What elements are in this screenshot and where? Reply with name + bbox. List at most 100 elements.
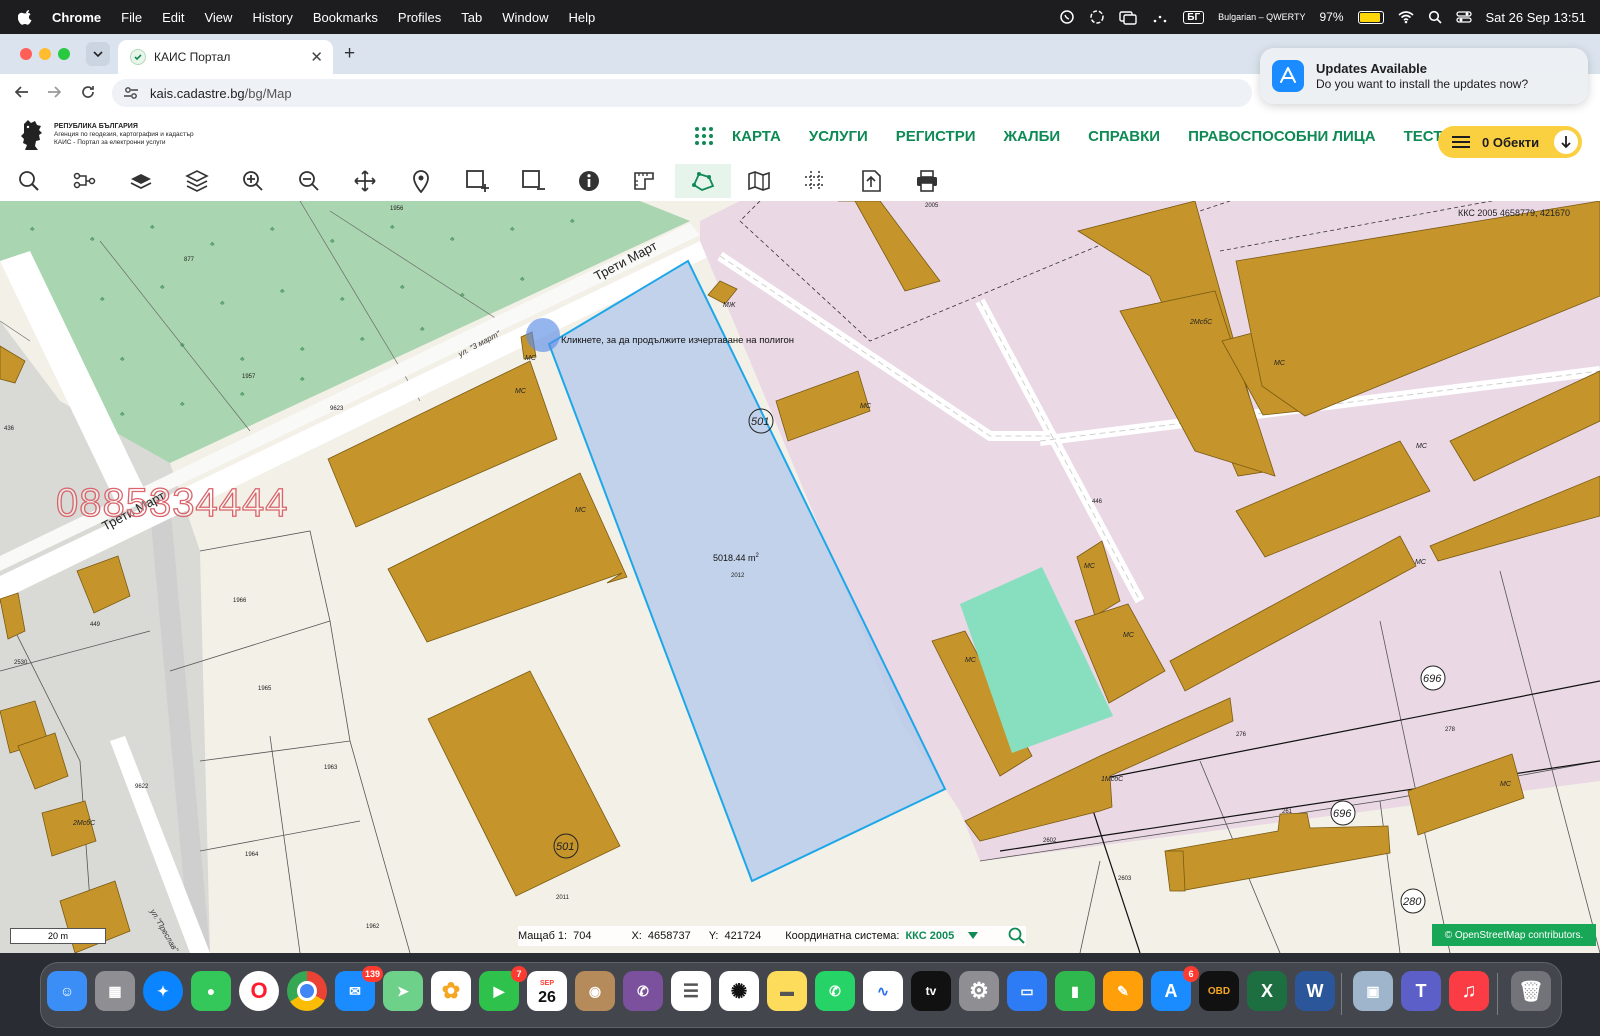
bulgaria-lion-emblem[interactable] <box>18 118 46 152</box>
window-close-button[interactable] <box>20 48 32 60</box>
cadastral-map[interactable]: ♣♣♣♣♣♣♣♣♣♣ ♣♣♣♣♣♣♣♣♣ ♣♣♣♣♣♣♣ ♣♣♣♣ <box>0 201 1600 953</box>
teams-icon[interactable]: T <box>1401 971 1441 1011</box>
calendar-icon[interactable]: SEP 26 <box>527 971 567 1011</box>
mail-icon[interactable]: ✉ 139 <box>335 966 383 1011</box>
wifi-icon[interactable] <box>1397 10 1414 24</box>
select-remove-icon[interactable] <box>513 164 553 198</box>
facetime-icon[interactable]: ▶ 7 <box>479 966 527 1011</box>
map-canvas[interactable]: ♣♣♣♣♣♣♣♣♣♣ ♣♣♣♣♣♣♣♣♣ ♣♣♣♣♣♣♣ ♣♣♣♣ <box>0 201 1600 953</box>
osm-attribution[interactable]: © OpenStreetMap contributors. <box>1432 924 1596 946</box>
nav-test[interactable]: ТЕСТ <box>1404 128 1443 145</box>
pages-icon[interactable]: ✎ <box>1103 971 1143 1011</box>
export-icon[interactable] <box>851 164 891 198</box>
finder-icon[interactable]: ☺ <box>47 971 87 1011</box>
maps-icon[interactable]: ➤ <box>383 971 423 1011</box>
menu-file[interactable]: File <box>121 10 142 25</box>
site-info-icon[interactable] <box>122 84 140 102</box>
chatgpt-status-icon[interactable] <box>1089 9 1105 25</box>
viber-icon[interactable]: ✆ <box>623 971 663 1011</box>
new-tab-button[interactable]: + <box>344 43 355 65</box>
keyboard-flag[interactable]: БГ <box>1183 10 1205 24</box>
nav-licensed-persons[interactable]: ПРАВОСПОСОБНИ ЛИЦА <box>1188 128 1376 145</box>
layers-stack-icon[interactable] <box>177 164 217 198</box>
menu-bookmarks[interactable]: Bookmarks <box>313 10 378 25</box>
coordinate-system-select[interactable]: ККС 2005 <box>905 930 954 942</box>
zoom-in-icon[interactable] <box>233 164 273 198</box>
update-notification[interactable]: Updates Available Do you want to install… <box>1260 48 1588 104</box>
chatgpt-icon[interactable]: ✺ <box>719 971 759 1011</box>
safari-icon[interactable]: ✦ <box>143 971 183 1011</box>
system-settings-icon[interactable]: ⚙ <box>959 971 999 1011</box>
select-add-icon[interactable] <box>457 164 497 198</box>
app-store-dock-icon[interactable]: A6 <box>1151 966 1199 1011</box>
whatsapp-icon[interactable]: ✆ <box>815 971 855 1011</box>
nav-services[interactable]: УСЛУГИ <box>809 128 868 145</box>
control-center-icon[interactable] <box>1455 10 1472 24</box>
apps-grid-icon[interactable] <box>694 126 714 146</box>
info-icon[interactable] <box>569 164 609 198</box>
opera-icon[interactable]: O <box>239 971 279 1011</box>
launchpad-icon[interactable]: ▦ <box>95 971 135 1011</box>
objects-cart-button[interactable]: 0 Обекти <box>1438 126 1582 158</box>
back-icon[interactable] <box>14 84 30 100</box>
notes-icon[interactable]: ▬ <box>767 971 807 1011</box>
menu-chrome[interactable]: Chrome <box>52 10 101 25</box>
freeform-icon[interactable]: ∿ <box>863 971 903 1011</box>
menu-profiles[interactable]: Profiles <box>398 10 441 25</box>
screens-icon[interactable] <box>1119 9 1137 25</box>
music-icon[interactable]: ♫ <box>1449 971 1489 1011</box>
menu-tab[interactable]: Tab <box>461 10 482 25</box>
map-icon[interactable] <box>739 164 779 198</box>
forward-icon[interactable] <box>46 84 62 100</box>
pan-icon[interactable] <box>345 164 385 198</box>
word-icon[interactable]: W <box>1295 971 1335 1011</box>
search-icon[interactable] <box>9 164 49 198</box>
preview-icon[interactable]: ▣ <box>1353 971 1393 1011</box>
coordinate-search-icon[interactable] <box>1008 927 1026 945</box>
viber-status-icon[interactable] <box>1059 9 1075 25</box>
measure-icon[interactable] <box>625 164 665 198</box>
reload-icon[interactable] <box>80 84 96 100</box>
tab-kais-portal[interactable]: КАИС Портал ✕ <box>118 40 333 74</box>
keyboard-layout[interactable]: Bulgarian – QWERTY <box>1218 12 1305 22</box>
messages-icon[interactable]: ● <box>191 971 231 1011</box>
zoom-out-icon[interactable] <box>289 164 329 198</box>
nav-references[interactable]: СПРАВКИ <box>1088 128 1160 145</box>
nav-registers[interactable]: РЕГИСТРИ <box>896 128 976 145</box>
obd-icon[interactable]: OBD <box>1199 971 1239 1011</box>
spotlight-icon[interactable] <box>1428 10 1442 24</box>
excel-icon[interactable]: X <box>1247 971 1287 1011</box>
menu-window[interactable]: Window <box>502 10 548 25</box>
caret-down-icon[interactable] <box>968 932 979 940</box>
tab-search-button[interactable] <box>86 42 110 66</box>
contacts-icon[interactable]: ◉ <box>575 971 615 1011</box>
nav-map[interactable]: КАРТА <box>732 128 781 145</box>
battery-icon[interactable] <box>1357 10 1384 24</box>
window-minimize-button[interactable] <box>39 48 51 60</box>
layer-icon[interactable] <box>121 164 161 198</box>
agency-logo-text[interactable]: РЕПУБЛИКА БЪЛГАРИЯ Агенция по геодезия, … <box>54 123 194 147</box>
apple-tv-icon[interactable]: tv <box>911 971 951 1011</box>
keynote-icon[interactable]: ▭ <box>1007 971 1047 1011</box>
window-zoom-button[interactable] <box>58 48 70 60</box>
numbers-icon[interactable]: ▮ <box>1055 971 1095 1011</box>
pin-icon[interactable] <box>401 164 441 198</box>
identify-layers-icon[interactable] <box>65 164 105 198</box>
tab-close-icon[interactable]: ✕ <box>310 48 323 66</box>
apple-icon[interactable] <box>18 9 34 25</box>
trash-icon[interactable]: 🗑 <box>1511 971 1551 1011</box>
print-icon[interactable] <box>907 164 947 198</box>
polygon-icon[interactable] <box>675 164 731 198</box>
menu-edit[interactable]: Edit <box>162 10 184 25</box>
dots-status-icon[interactable] <box>1151 9 1169 25</box>
menu-help[interactable]: Help <box>569 10 596 25</box>
reminders-icon[interactable]: ☰ <box>671 971 711 1011</box>
grid-icon[interactable] <box>795 164 835 198</box>
photos-icon[interactable]: ✿ <box>431 971 471 1011</box>
nav-complaints[interactable]: ЖАЛБИ <box>1004 128 1061 145</box>
address-bar[interactable]: kais.cadastre.bg/bg/Map <box>112 79 1252 107</box>
menu-history[interactable]: History <box>252 10 292 25</box>
clock[interactable]: Sat 26 Sep 13:51 <box>1486 10 1586 25</box>
menu-view[interactable]: View <box>204 10 232 25</box>
chrome-icon[interactable] <box>287 971 327 1011</box>
